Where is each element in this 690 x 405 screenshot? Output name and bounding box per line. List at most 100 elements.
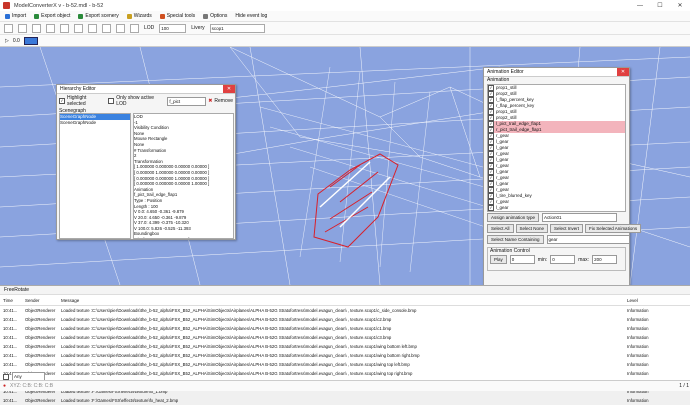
toolbar: LOD 100 Livery scop1 [0,22,690,35]
remove-button[interactable]: Remove [214,98,233,104]
remove-icon: ✖ [208,98,213,104]
only-active-lod-checkbox[interactable] [108,98,115,104]
animation-item-label: l_tire_blurred_key [496,193,532,199]
minimize-button[interactable]: — [630,0,650,11]
close-icon[interactable]: ✕ [617,68,629,76]
animation-header: Animation [487,77,510,83]
table-cell: Information [627,353,649,358]
maximize-button[interactable]: ☐ [650,0,670,11]
menu-item-4[interactable]: Special tools [158,13,197,19]
close-icon[interactable]: ✕ [223,85,235,93]
animation-list-item[interactable]: ✓r_gear [488,211,625,212]
menu-item-2[interactable]: Export scenery [76,13,120,19]
frame-input[interactable]: 0 [509,255,535,264]
table-row[interactable]: 10:41...ObjectRendererLoaded texture :C:… [0,333,690,342]
hierarchy-editor-title: Hierarchy Editor ✕ [57,85,235,94]
highlight-selected-label: Highlight selected [66,95,87,107]
livery-select[interactable]: scop1 [209,23,265,33]
animation-type-select[interactable]: Action01 [542,213,618,222]
table-row[interactable]: 10:41... ObjectRenderer Loaded texture :C:… [0,360,690,369]
scenegraph-tree[interactable]: SceneGraphNode SceneGraphNode [59,113,131,239]
max-input[interactable]: 200 [592,255,618,264]
column-header-time[interactable]: Time [0,295,22,306]
max-label: max: [578,256,590,263]
animation-item-label: l_pict_trail_edge_flap1 [496,121,542,127]
log-title: FreeRotate [0,286,690,295]
highlight-selected-checkbox[interactable]: ✓ [59,98,65,104]
table-row[interactable]: 10:41...ObjectRendererLoaded texture :C:… [0,351,690,360]
app-icon [3,2,10,9]
table-cell: 10:41... [3,335,18,340]
event-log: FreeRotate Time Sender Message Level 10:… [0,285,690,403]
camera-icon[interactable] [88,23,97,33]
export-scenery-icon [78,13,84,19]
column-header-level[interactable]: Level [624,295,690,306]
table-cell: 10:41... [3,362,18,367]
menu-item-label: Export scenery [85,13,119,19]
lod-select[interactable]: 100 [159,23,187,33]
play-button[interactable]: Play [490,255,507,264]
table-cell: Loaded texture :C:\Users\pier\Downloads\… [61,371,413,376]
select-none-button[interactable]: Select None [515,224,549,233]
table-cell: Loaded texture :C:\Users\pier\Downloads\… [61,362,410,367]
property-grid[interactable]: LOD -1 Visibility Condition None Mouse Rec… [133,113,234,239]
texture-icon[interactable] [60,23,69,33]
assign-animation-button[interactable]: Assign animation type [487,213,540,222]
log-filter-checkbox[interactable] [3,373,9,380]
select-invert-button[interactable]: Select Invert [550,224,584,233]
table-row[interactable]: 10:41...ObjectRendererLoaded texture :C:… [0,342,690,351]
time-slider[interactable] [23,36,38,45]
select-all-button[interactable]: Select All [487,224,514,233]
close-button[interactable]: ✕ [670,0,690,11]
animation-item-label: l_flap_percent_key [496,97,534,103]
animation-item-checkbox[interactable]: ✓ [488,211,494,212]
animation-item-label: l_gear [496,145,509,151]
3d-viewport[interactable]: Hierarchy Editor ✕ ✓ Highlight selected … [0,47,690,285]
rotate-tool-icon[interactable] [32,23,41,33]
animation-control-group: Animation Control Play 0 min: 0 max: 200 [487,247,626,271]
export-object-icon [34,13,40,19]
table-cell: 10:41... [3,317,18,322]
table-cell: Information [627,362,649,367]
move-tool-icon[interactable] [18,23,27,33]
table-row[interactable]: 10:41... ObjectRenderer Loaded texture :F:… [0,396,690,405]
animation-item-label: r_gear [496,175,510,181]
hierarchy-search-input[interactable]: f_pict [167,96,207,106]
name-filter-input[interactable]: gear [546,235,630,244]
table-cell: Loaded texture :C:\Users\pier\Downloads\… [61,344,417,349]
menu-item-5[interactable]: Options [201,13,229,19]
grid-icon[interactable] [102,23,111,33]
play-icon[interactable]: ▷ [5,38,9,44]
normals-icon[interactable] [130,23,139,33]
animation-item-label: r_gear [496,163,510,169]
table-row[interactable]: 10:41...ObjectRendererLoaded texture :C:… [0,306,690,316]
menu-bar: Import Export object Export scenery Wizards… [0,11,690,22]
select-tool-icon[interactable] [4,23,13,33]
table-row[interactable]: 10:41...ObjectRendererLoaded texture :C:… [0,369,690,378]
animation-item-label: prop2_still [496,91,517,97]
table-cell: 10:41... [3,344,18,349]
time-value: 0.0 [12,37,20,44]
table-cell: ObjectRenderer [25,362,56,367]
table-cell: ObjectRenderer [25,353,56,358]
animation-item-label: r_gear [496,187,510,193]
table-row[interactable]: 10:41...ObjectRendererLoaded texture :C:… [0,324,690,333]
animation-list[interactable]: ✓ prop1_still ✓ prop2_still ✓ l_flap_percent_… [487,84,626,212]
wireframe-icon[interactable] [46,23,55,33]
fix-selected-button[interactable]: Fix Selected Animations [585,224,642,233]
menu-item-6[interactable]: Hide event log [233,13,269,19]
light-icon[interactable] [74,23,83,33]
min-label: min: [537,256,548,263]
column-header-message[interactable]: Message [58,295,624,306]
min-input[interactable]: 0 [550,255,576,264]
menu-item-1[interactable]: Export object [32,13,72,19]
menu-item-0[interactable]: Import [3,13,28,19]
tree-node[interactable]: SceneGraphNode [60,120,130,126]
axes-icon[interactable] [116,23,125,33]
select-name-containing-button[interactable]: Select Name Containing [487,235,544,244]
table-cell: Information [627,326,649,331]
error-icon: ● [3,383,7,389]
table-row[interactable]: 10:41...ObjectRendererLoaded texture :C:… [0,315,690,324]
column-header-sender[interactable]: Sender [22,295,58,306]
menu-item-3[interactable]: Wizards [125,13,154,19]
